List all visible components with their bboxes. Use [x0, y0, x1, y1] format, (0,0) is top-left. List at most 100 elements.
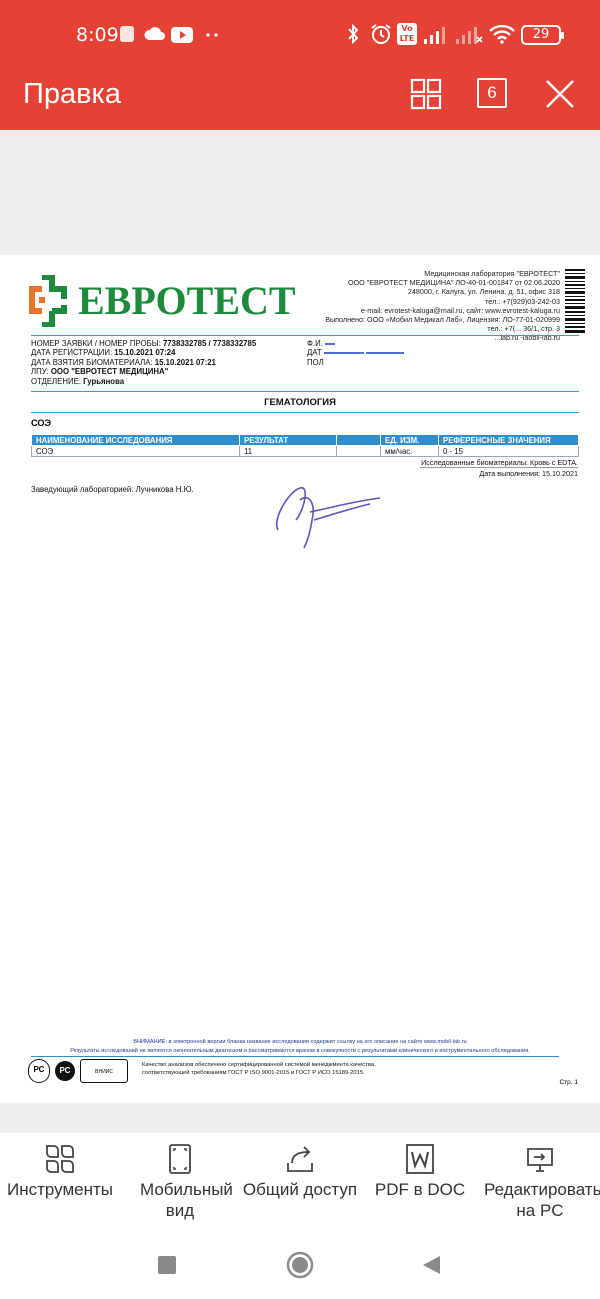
rosstandart-logo-2-text: РС	[59, 1066, 71, 1075]
request-info: НОМЕР ЗАЯВКИ / НОМЕР ПРОБЫ: 7738332785 /…	[31, 339, 256, 386]
lab-info-line: тел.: +7(929)03-242-03	[485, 296, 560, 306]
recents-button[interactable]	[157, 1255, 177, 1275]
footer-warning: ВНИМАНИЕ: в электронной версии бланка на…	[133, 1039, 467, 1045]
document-top-margin	[0, 130, 600, 255]
youtube-icon	[171, 27, 193, 43]
logo-text: ЕВРОТЕСТ	[78, 278, 296, 323]
redacted-mark	[365, 352, 404, 355]
home-button[interactable]	[285, 1250, 315, 1280]
share-icon	[287, 1146, 313, 1172]
cast-to-pc-icon	[527, 1148, 553, 1172]
edit-on-pc-button[interactable]: Редактировать на PC	[480, 1133, 600, 1228]
page-number: Стр. 1	[559, 1079, 578, 1086]
lab-info-line: Выполнено: ООО «Мобил Медикал Лаб», Лице…	[325, 315, 560, 325]
lab-info-line: тел.: +7(... 36/1, стр. 3	[487, 324, 560, 334]
table-cell	[336, 445, 381, 457]
more-notifications-icon	[206, 33, 218, 37]
word-doc-icon	[406, 1144, 434, 1174]
logo-cross-icon	[29, 275, 67, 327]
execution-date: Дата выполнения: 15.10.2021	[479, 469, 578, 478]
department-value: Гурьянова	[83, 376, 125, 386]
pdf-to-doc-button[interactable]: PDF в DOC	[360, 1133, 480, 1228]
note-divider	[420, 467, 578, 468]
evrotest-logo: ЕВРОТЕСТ	[28, 275, 296, 327]
patient-name-row: Ф.И.	[307, 339, 404, 348]
lab-info-line: 248000, г. Калуга, ул. Ленина, д. 51, оф…	[407, 287, 560, 297]
thumbnails-grid-button[interactable]	[406, 74, 446, 114]
request-number-row: НОМЕР ЗАЯВКИ / НОМЕР ПРОБЫ: 7738332785 /…	[31, 339, 256, 348]
request-number-label: НОМЕР ЗАЯВКИ / НОМЕР ПРОБЫ:	[31, 339, 161, 348]
signal-sim2-icon	[456, 27, 483, 44]
mobile-view-label: Мобильный вид	[140, 1180, 233, 1220]
signal-sim1-icon	[424, 27, 445, 44]
department-row: ОТДЕЛЕНИЕ: Гурьянова	[31, 377, 256, 386]
gallery-notification-icon	[120, 26, 134, 42]
document-bottom-margin	[0, 1103, 600, 1133]
bottom-toolbar: Инструменты Мобильный вид Общий доступ P…	[0, 1133, 600, 1228]
back-button[interactable]	[421, 1254, 443, 1276]
rosstandart-logo-1: РС	[28, 1059, 50, 1083]
cloud-icon	[144, 27, 165, 40]
share-button[interactable]: Общий доступ	[240, 1133, 360, 1228]
share-label: Общий доступ	[242, 1180, 358, 1199]
lpu-value: ООО "ЕВРОТЕСТ МЕДИЦИНА"	[50, 367, 169, 377]
column-header: РЕФЕРЕНСНЫЕ ЗНАЧЕНИЯ	[438, 434, 579, 446]
status-time: 8:09	[76, 24, 119, 46]
footer-quality-line: соответствующей требованиям ГОСТ Р ISO 9…	[142, 1070, 365, 1076]
redacted-mark	[325, 342, 336, 345]
test-name: СОЭ	[31, 418, 52, 428]
biomaterial-date-label: ДАТА ВЗЯТИЯ БИОМАТЕРИАЛА:	[31, 357, 153, 367]
patient-sex-label: ПОЛ	[307, 357, 324, 367]
biomaterial-note: Исследованные биоматериалы: Кровь с EDTA…	[421, 458, 578, 467]
section-title: ГЕМАТОЛОГИЯ	[264, 397, 336, 408]
volte-bottom-text: LTE	[399, 34, 415, 43]
results-table: НАИМЕНОВАНИЕ ИССЛЕДОВАНИЯ РЕЗУЛЬТАТ ЕД. …	[31, 434, 579, 457]
biomaterial-date-row: ДАТА ВЗЯТИЯ БИОМАТЕРИАЛА: 15.10.2021 07:…	[31, 358, 256, 367]
mobile-view-icon	[169, 1144, 191, 1174]
app-bar: Правка 6	[0, 68, 600, 130]
results-header-row: НАИМЕНОВАНИЕ ИССЛЕДОВАНИЯ РЕЗУЛЬТАТ ЕД. …	[31, 434, 579, 446]
lab-info-line: ООО "ЕВРОТЕСТ МЕДИЦИНА" ЛО-40-01-001847 …	[347, 278, 560, 288]
system-nav-bar	[0, 1228, 600, 1299]
volte-top-text: Vo	[401, 24, 413, 33]
department-label: ОТДЕЛЕНИЕ:	[31, 376, 81, 386]
redacted-mark	[323, 352, 364, 355]
footer-disclaimer: Результаты исследований не являются окон…	[70, 1048, 530, 1054]
column-header: РЕЗУЛЬТАТ	[239, 434, 337, 446]
pdf-page[interactable]: ЕВРОТЕСТ Медицинская лаборатория "ЕВРОТЕ…	[0, 255, 600, 1103]
table-cell: СОЭ	[31, 445, 240, 457]
head-of-lab: Заведующий лабораторией: Лучникова Н.Ю.	[31, 485, 194, 494]
footer-quality: Качество анализов обеспечено сертифициро…	[142, 1061, 376, 1077]
tools-button[interactable]: Инструменты	[0, 1133, 120, 1228]
patient-dob-row: ДАТ	[307, 348, 404, 357]
battery-level: 29	[532, 27, 550, 42]
battery-indicator: 29	[521, 25, 564, 45]
close-button[interactable]	[540, 74, 580, 114]
bluetooth-icon	[348, 24, 359, 44]
lab-info-line: Медицинская лаборатория "ЕВРОТЕСТ"	[424, 269, 560, 278]
mobile-view-button[interactable]: Мобильный вид	[120, 1133, 240, 1228]
lab-info-block: Медицинская лаборатория "ЕВРОТЕСТ" ООО "…	[280, 269, 560, 343]
table-cell: мм/час.	[380, 445, 439, 457]
column-header: ЕД. ИЗМ.	[380, 434, 439, 446]
footer-divider	[31, 1056, 559, 1057]
header-divider	[31, 335, 579, 336]
tools-grid-icon	[46, 1145, 74, 1173]
wifi-icon	[489, 24, 515, 44]
alarm-icon	[371, 24, 391, 44]
barcode-image	[565, 269, 585, 333]
biomaterial-date-value: 15.10.2021 07:21	[154, 357, 216, 367]
patient-name-label: Ф.И.	[307, 339, 323, 348]
registration-date-row: ДАТА РЕГИСТРАЦИИ: 15.10.2021 07:24	[31, 348, 256, 357]
status-bar: 8:09 Vo LTE 29	[0, 0, 600, 68]
app-screen: 8:09 Vo LTE 29 Правка 6 ЕВРОТЕСТ Медицин…	[0, 0, 600, 1299]
rosstandart-logo-2: РС	[55, 1061, 75, 1081]
volte-badge: Vo LTE	[397, 23, 417, 45]
signature-image	[275, 487, 381, 549]
patient-sex-row: ПОЛ	[307, 358, 404, 367]
patient-dob-label: ДАТ	[307, 348, 322, 358]
section-divider-top	[31, 391, 579, 392]
page-count-button[interactable]: 6	[477, 78, 507, 108]
app-bar-title: Правка	[23, 78, 121, 110]
table-cell: 11	[239, 445, 337, 457]
